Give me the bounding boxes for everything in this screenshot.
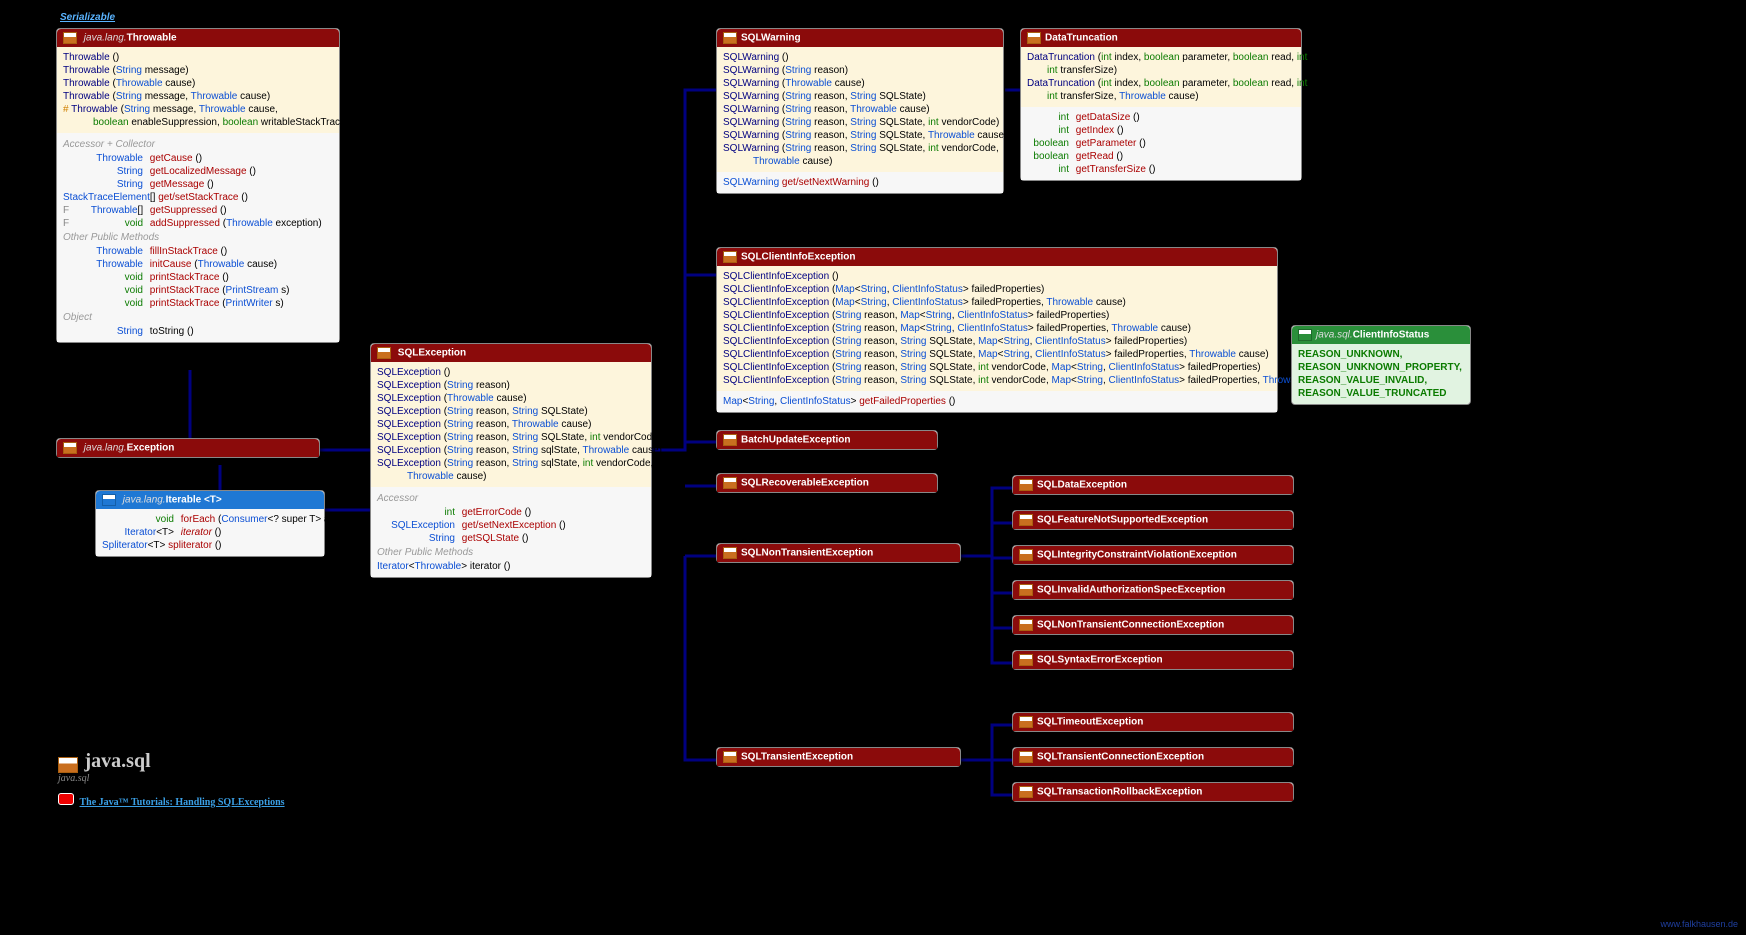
class-icon (377, 347, 391, 359)
sqlexception-accessors: Accessor int getErrorCode () SQLExceptio… (371, 487, 651, 577)
sqltimeout-class-box: SQLTimeoutException (1012, 712, 1294, 732)
watermark: www.falkhausen.de (1660, 919, 1738, 929)
class-icon (1019, 716, 1033, 728)
class-icon (723, 477, 737, 489)
class-icon (1019, 584, 1033, 596)
sqlintegrity-class-box: SQLIntegrityConstraintViolationException (1012, 545, 1294, 565)
class-icon (1019, 654, 1033, 666)
datatruncation-class-box: DataTruncation DataTruncation (int index… (1020, 28, 1302, 181)
enum-icon (1298, 329, 1312, 341)
throwable-constructors: Throwable () Throwable (String message) … (57, 47, 339, 133)
package-subtitle: java.sql (58, 773, 151, 784)
class-icon (63, 32, 77, 44)
sqlrecoverable-class-box: SQLRecoverableException (716, 473, 938, 493)
throwable-header: java.lang.Throwable (57, 29, 339, 47)
sqltransient-class-box: SQLTransientException (716, 747, 961, 767)
sqlexception-constructors: SQLException () SQLException (String rea… (371, 362, 651, 487)
sqlntconn-class-box: SQLNonTransientConnectionException (1012, 615, 1294, 635)
class-icon (1019, 549, 1033, 561)
serializable-link[interactable]: Serializable (60, 12, 115, 23)
sqlnontransient-class-box: SQLNonTransientException (716, 543, 961, 563)
package-title: java.sql (85, 750, 151, 772)
sqlclientinfo-class-box: SQLClientInfoException SQLClientInfoExce… (716, 247, 1278, 413)
class-icon (1019, 479, 1033, 491)
class-icon (1027, 32, 1041, 44)
sqlexception-class-box: SQLException SQLException () SQLExceptio… (370, 343, 652, 578)
iterable-header: java.lang.Iterable <T> (96, 491, 324, 509)
tutorial-link[interactable]: The Java™ Tutorials: Handling SQLExcepti… (80, 797, 285, 808)
sqldata-class-box: SQLDataException (1012, 475, 1294, 495)
sqlfeature-class-box: SQLFeatureNotSupportedException (1012, 510, 1294, 530)
exception-class-box: java.lang.Exception (56, 438, 320, 458)
batchupdate-class-box: BatchUpdateException (716, 430, 938, 450)
throwable-accessors: Accessor + Collector Throwable getCause … (57, 133, 339, 342)
class-icon (723, 547, 737, 559)
class-icon (1019, 619, 1033, 631)
sqlsyntax-class-box: SQLSyntaxErrorException (1012, 650, 1294, 670)
throwable-class-box: java.lang.Throwable Throwable () Throwab… (56, 28, 340, 343)
iterable-methods: void forEach (Consumer<? super T> action… (96, 509, 324, 556)
exception-header: java.lang.Exception (57, 439, 319, 457)
class-icon (723, 251, 737, 263)
class-icon (63, 442, 77, 454)
oracle-icon (58, 793, 74, 805)
class-icon (1019, 514, 1033, 526)
class-icon (723, 32, 737, 44)
clientinfostatus-enum-box: java.sql.ClientInfoStatus REASON_UNKNOWN… (1291, 325, 1471, 405)
iterable-interface-box: java.lang.Iterable <T> void forEach (Con… (95, 490, 325, 557)
class-icon (723, 751, 737, 763)
sqltconn-class-box: SQLTransientConnectionException (1012, 747, 1294, 767)
sqlwarning-class-box: SQLWarning SQLWarning () SQLWarning (Str… (716, 28, 1004, 194)
sqlauth-class-box: SQLInvalidAuthorizationSpecException (1012, 580, 1294, 600)
class-icon (1019, 786, 1033, 798)
interface-icon (102, 494, 116, 506)
class-icon (58, 757, 78, 773)
class-icon (1019, 751, 1033, 763)
sqlrollback-class-box: SQLTransactionRollbackException (1012, 782, 1294, 802)
sqlexception-header: SQLException (371, 344, 651, 362)
class-icon (723, 434, 737, 446)
